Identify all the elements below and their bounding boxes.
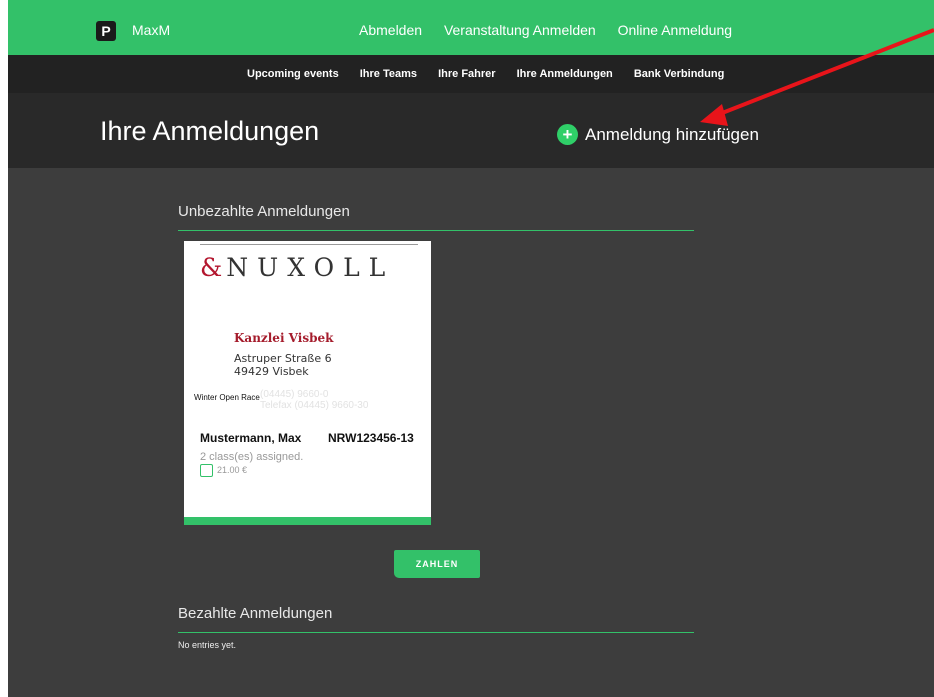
red-arrow-annotation (700, 28, 934, 126)
